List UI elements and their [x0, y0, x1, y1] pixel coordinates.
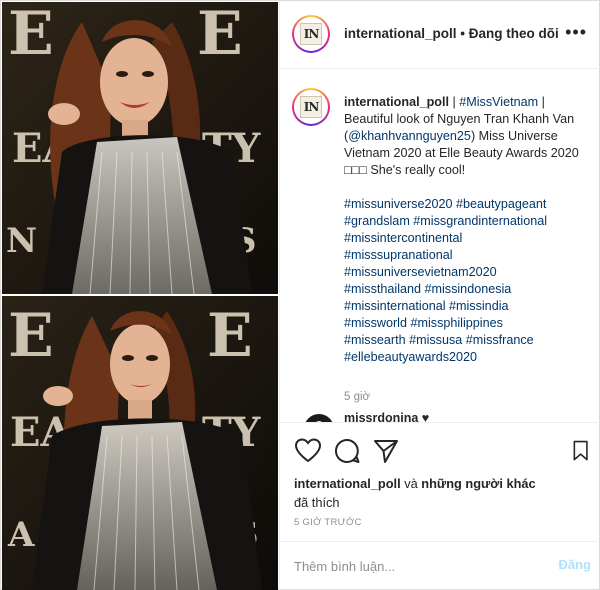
- comment-bubble-icon[interactable]: [333, 437, 361, 465]
- caption-avatar[interactable]: IN: [292, 88, 330, 126]
- header-user-line: international_poll • Đang theo dõi: [344, 26, 559, 41]
- header-avatar[interactable]: IN: [292, 15, 330, 53]
- hashtag-line[interactable]: #missintercontinental: [344, 230, 594, 247]
- commenter-username[interactable]: missrdonina ♥: [344, 411, 429, 422]
- following-button[interactable]: Đang theo dõi: [469, 26, 559, 41]
- hashtag-line[interactable]: #missworld #missphilippines: [344, 315, 594, 332]
- hashtag-link[interactable]: #MissVietnam: [459, 95, 538, 109]
- caption-comments-area[interactable]: IN international_poll | #MissVietnam | B…: [280, 70, 600, 422]
- mention-link[interactable]: @khanhvannguyen25: [348, 129, 471, 143]
- caption-text-part: |: [448, 95, 460, 109]
- svg-text:N: N: [6, 221, 37, 261]
- caption-time[interactable]: 5 giờ: [344, 391, 370, 403]
- emoji-text: □□□: [344, 163, 367, 177]
- header-separator: •: [456, 26, 469, 41]
- hashtag-line[interactable]: #misssupranational: [344, 247, 594, 264]
- more-horizontal-icon[interactable]: •••: [565, 23, 587, 41]
- svg-text:A: A: [7, 515, 35, 555]
- hashtag-line[interactable]: #missearth #missusa #missfrance: [344, 332, 594, 349]
- header-username[interactable]: international_poll: [344, 26, 457, 41]
- instagram-post-window: E E EA TY N S: [0, 0, 600, 590]
- heart-icon[interactable]: [294, 437, 322, 465]
- post-timestamp[interactable]: 5 GIỜ TRƯỚC: [294, 517, 362, 528]
- svg-text:E: E: [207, 301, 253, 371]
- post-side-panel: IN international_poll • Đang theo dõi ••…: [279, 1, 600, 590]
- svg-text:E: E: [8, 2, 54, 69]
- hashtag-line[interactable]: #missuniverse2020 #beautypageant: [344, 196, 594, 213]
- hashtag-line[interactable]: #missthailand #missindonesia: [344, 281, 594, 298]
- caption-username[interactable]: international_poll: [344, 95, 449, 109]
- hashtag-line[interactable]: #missinternational #missindia: [344, 298, 594, 315]
- others-link[interactable]: những người khác: [421, 476, 535, 491]
- svg-text:E: E: [8, 301, 54, 371]
- liker-username[interactable]: international_poll: [294, 476, 401, 491]
- bookmark-icon[interactable]: [572, 437, 594, 465]
- action-bar: international_poll và những người khác đ…: [280, 422, 600, 560]
- hashtag-line[interactable]: #missuniversevietnam2020: [344, 264, 594, 281]
- svg-text:E: E: [197, 2, 243, 69]
- hashtag-line[interactable]: #ellebeautyawards2020: [344, 349, 594, 366]
- comment-input[interactable]: [294, 556, 534, 576]
- hashtag-list: #missuniverse2020 #beautypageant #grands…: [344, 196, 594, 366]
- liked-text: đã thích: [294, 495, 340, 510]
- post-photo-bottom[interactable]: E E EA TY A S: [2, 296, 278, 590]
- hashtag-line[interactable]: #grandslam #missgrandinternational: [344, 213, 594, 230]
- post-header: IN international_poll • Đang theo dõi ••…: [280, 1, 600, 69]
- likes-and-text: và: [400, 476, 422, 491]
- avatar-logo: IN: [300, 96, 322, 118]
- post-comment-button[interactable]: Đăng: [559, 557, 592, 572]
- avatar-logo: IN: [300, 23, 322, 45]
- commenter-avatar[interactable]: [304, 414, 334, 422]
- post-photo-top[interactable]: E E EA TY N S: [2, 2, 278, 294]
- likes-summary: international_poll và những người khác đ…: [294, 474, 594, 512]
- caption-text-part: She's really cool!: [366, 163, 466, 177]
- caption-text: international_poll | #MissVietnam | Beau…: [344, 94, 594, 366]
- add-comment-bar: Đăng: [280, 541, 600, 590]
- paper-plane-icon[interactable]: [372, 437, 400, 465]
